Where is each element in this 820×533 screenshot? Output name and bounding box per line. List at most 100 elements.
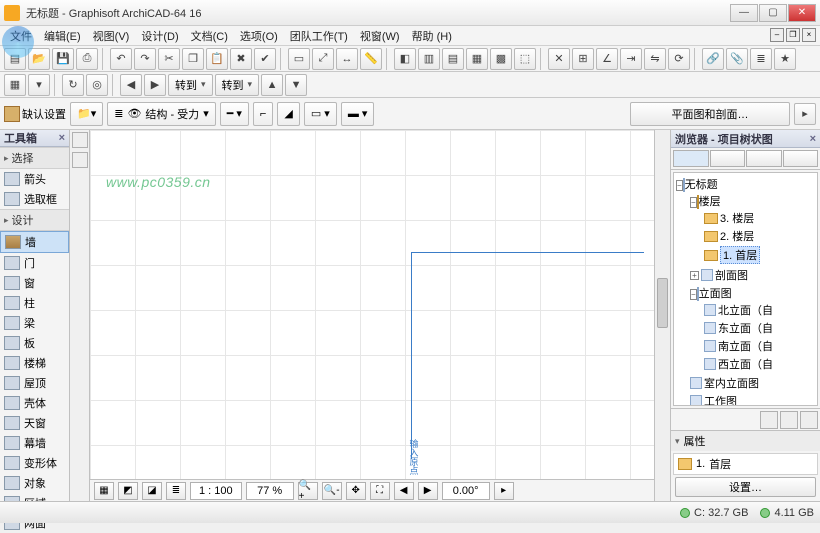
tree-stories[interactable]: 楼层	[699, 196, 721, 208]
mdi-close-icon[interactable]: ×	[802, 28, 816, 42]
toggle-icon[interactable]: −	[690, 289, 697, 300]
properties-row[interactable]: 1. 首层	[673, 453, 818, 475]
default-settings-button[interactable]: 缺认设置	[4, 106, 66, 122]
link-icon[interactable]: 🔗	[702, 48, 724, 70]
tree-item[interactable]: 西立面（自	[718, 356, 773, 372]
minimize-button[interactable]: —	[730, 4, 758, 22]
tool-curtainwall[interactable]: 幕墙	[0, 433, 69, 453]
new-button[interactable]: ▤	[4, 48, 26, 70]
project-tree[interactable]: −无标题 −楼层 3. 楼层 2. 楼层 1. 首层 +剖面图 −立面图	[673, 172, 818, 406]
tool-arrow[interactable]: 箭头	[0, 169, 69, 189]
next-view-icon[interactable]: ▶	[418, 482, 438, 500]
open-button[interactable]: 📂	[28, 48, 50, 70]
mdi-restore-icon[interactable]: ❐	[786, 28, 800, 42]
angle-field[interactable]: 0.00°	[442, 482, 490, 500]
geometry5-field[interactable]: ▬ ▾	[341, 102, 375, 126]
tool-morph[interactable]: 变形体	[0, 453, 69, 473]
tool-beam[interactable]: 梁	[0, 313, 69, 333]
nav-tab-view[interactable]	[710, 150, 746, 167]
layer-field[interactable]: 📁▾	[70, 102, 103, 126]
toolbox-section-design[interactable]: 设计	[0, 209, 69, 231]
quickopt2-button[interactable]: ◩	[118, 482, 138, 500]
mirror-button[interactable]: ⇋	[644, 48, 666, 70]
tree-interior-elev[interactable]: 室内立面图	[704, 375, 759, 391]
tree-item-selected[interactable]: 1. 首层	[720, 246, 760, 264]
forward-button[interactable]: ▶	[144, 74, 166, 96]
copy-button[interactable]: ❐	[182, 48, 204, 70]
3d-button[interactable]: ⬚	[514, 48, 536, 70]
menu-edit[interactable]: 编辑(E)	[38, 26, 87, 46]
drawing-area[interactable]: www.pc0359.cn 输入原点	[90, 130, 654, 479]
favorite-button[interactable]: ★	[774, 48, 796, 70]
save-button[interactable]: 💾	[52, 48, 74, 70]
tree-elevations[interactable]: 立面图	[699, 288, 732, 300]
refresh-icon[interactable]: ↻	[62, 74, 84, 96]
tree-root[interactable]: 无标题	[685, 179, 718, 191]
nav-settings-icon[interactable]	[800, 411, 818, 429]
close-button[interactable]: ✕	[788, 4, 816, 22]
menu-window[interactable]: 视窗(W)	[354, 26, 406, 46]
tool-skylight[interactable]: 天窗	[0, 413, 69, 433]
tool-shell[interactable]: 壳体	[0, 393, 69, 413]
geometry3-field[interactable]: ◢	[277, 102, 299, 126]
turnto-dropdown[interactable]: 转到	[215, 74, 260, 96]
rotate-button[interactable]: ⟳	[668, 48, 690, 70]
mdi-minimize-icon[interactable]: –	[770, 28, 784, 42]
tree-item[interactable]: 南立面（自	[718, 338, 773, 354]
plan-section-button[interactable]: 平面图和剖面…	[630, 102, 790, 126]
cancel-icon[interactable]: ✖	[230, 48, 252, 70]
vertical-scrollbar[interactable]	[654, 130, 670, 501]
zoom-in-icon[interactable]: 🔍+	[298, 482, 318, 500]
expand-icon[interactable]: ▸	[494, 482, 514, 500]
paste-button[interactable]: 📋	[206, 48, 228, 70]
tree-item[interactable]: 东立面（自	[718, 320, 773, 336]
infobar-next-icon[interactable]: ▸	[794, 103, 816, 125]
maximize-button[interactable]: ▢	[759, 4, 787, 22]
scale-field[interactable]: 1 : 100	[190, 482, 242, 500]
prev-view-icon[interactable]: ◀	[394, 482, 414, 500]
angle-icon[interactable]: ∠	[596, 48, 618, 70]
quickopt1-button[interactable]: ▦	[94, 482, 114, 500]
goto-dropdown[interactable]: 转到	[168, 74, 213, 96]
zoom-field[interactable]: 77 %	[246, 482, 294, 500]
toggle-icon[interactable]: −	[690, 197, 697, 208]
geometry2-field[interactable]: ⌐	[253, 102, 273, 126]
tree-item[interactable]: 北立面（自	[718, 302, 773, 318]
target-icon[interactable]: ◎	[86, 74, 108, 96]
quickopt3-button[interactable]: ◪	[142, 482, 162, 500]
fit-icon[interactable]: ⛶	[370, 482, 390, 500]
geometry4-field[interactable]: ▭ ▾	[304, 102, 337, 126]
zoom-out-icon[interactable]: 🔍-	[322, 482, 342, 500]
tool-wall[interactable]: 墙	[0, 231, 69, 253]
pan-icon[interactable]: ✥	[346, 482, 366, 500]
tool-object[interactable]: 对象	[0, 473, 69, 493]
properties-header[interactable]: 属性	[671, 431, 820, 451]
undo-button[interactable]: ↶	[110, 48, 132, 70]
toggle-icon[interactable]: ▾	[28, 74, 50, 96]
menu-design[interactable]: 设计(D)	[135, 26, 184, 46]
menu-document[interactable]: 文档(C)	[185, 26, 234, 46]
axis-icon[interactable]: ✕	[548, 48, 570, 70]
nav-tab-publish[interactable]	[783, 150, 819, 167]
confirm-icon[interactable]: ✔	[254, 48, 276, 70]
menu-file[interactable]: 文件	[4, 26, 38, 46]
pick-button[interactable]: ⤢	[312, 48, 334, 70]
menu-options[interactable]: 选项(O)	[234, 26, 284, 46]
nav-del-icon[interactable]	[780, 411, 798, 429]
back-button[interactable]: ◀	[120, 74, 142, 96]
palette-tab2-icon[interactable]	[72, 152, 88, 168]
select-button[interactable]: ▭	[288, 48, 310, 70]
up-button[interactable]: ▲	[261, 74, 283, 96]
tree-item[interactable]: 2. 楼层	[720, 228, 754, 244]
toggle-icon[interactable]: +	[690, 271, 699, 280]
show-button[interactable]: ▦	[4, 74, 26, 96]
palette-tab-icon[interactable]	[72, 132, 88, 148]
redo-button[interactable]: ↷	[134, 48, 156, 70]
scrollbar-thumb[interactable]	[657, 278, 668, 328]
toggle-icon[interactable]: −	[676, 180, 683, 191]
attach-button[interactable]: 📎	[726, 48, 748, 70]
detail-button[interactable]: ▦	[466, 48, 488, 70]
layer-button[interactable]: ≣	[750, 48, 772, 70]
tree-worksheets[interactable]: 工作图	[704, 393, 737, 406]
offset-button[interactable]: ⇥	[620, 48, 642, 70]
